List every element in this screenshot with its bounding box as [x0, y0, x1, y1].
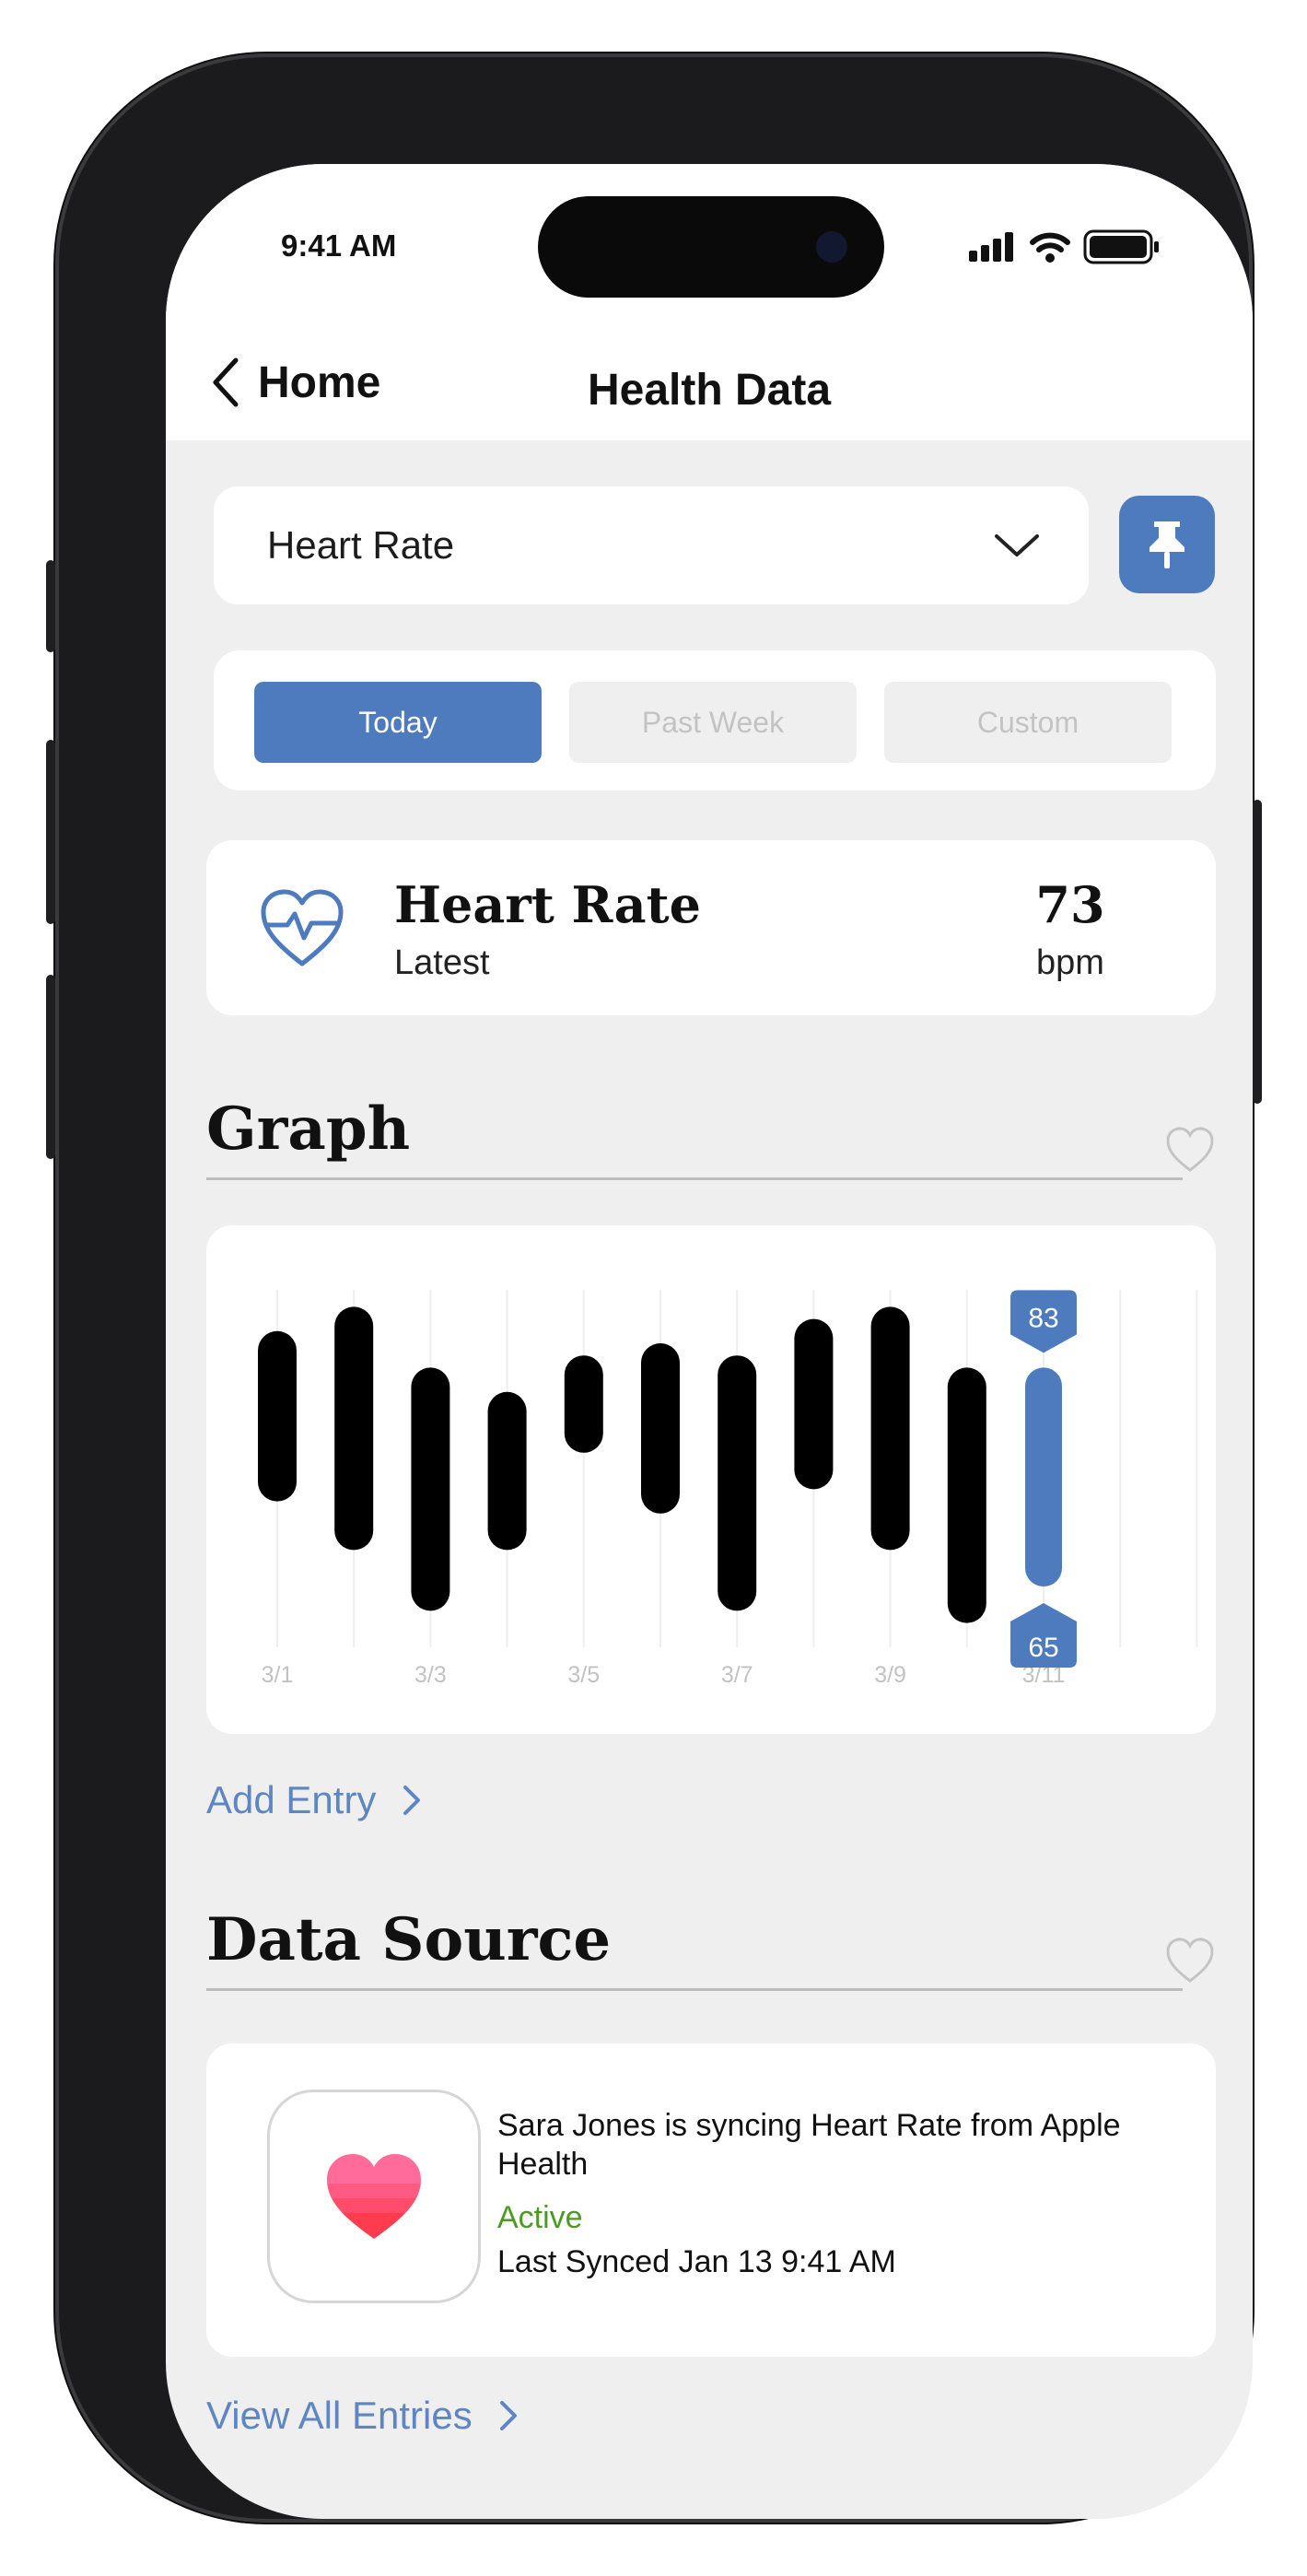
heart-rate-value: 73 — [1035, 875, 1105, 934]
add-entry-label: Add Entry — [206, 1778, 377, 1821]
heart-rate-card[interactable]: Heart Rate Latest 73 bpm — [206, 840, 1216, 1015]
volume-down-button — [46, 975, 55, 1159]
health-heart-icon — [327, 2154, 421, 2239]
metric-dropdown[interactable]: Heart Rate — [214, 486, 1089, 604]
range-bar — [718, 1355, 757, 1611]
data-source-section-divider — [206, 1988, 1183, 1991]
range-bar — [794, 1318, 834, 1490]
low-value-label: 65 — [1028, 1633, 1058, 1663]
range-bar — [258, 1330, 297, 1502]
range-bar — [411, 1367, 450, 1611]
range-bar — [564, 1355, 603, 1453]
chevron-right-icon — [403, 1786, 421, 1815]
heart-rate-title: Heart Rate — [394, 875, 701, 934]
chevron-down-icon — [995, 534, 1039, 556]
status-icons — [969, 228, 1161, 265]
view-all-entries-label: View All Entries — [206, 2394, 473, 2437]
heart-rate-graph: 3/1 3/3 3/5 3/7 3/9 3/11 83 65 — [206, 1225, 1216, 1734]
graph-section-divider — [206, 1177, 1183, 1180]
heart-outline-icon[interactable] — [1164, 1937, 1216, 1985]
wifi-icon — [1030, 232, 1070, 263]
highlighted-range-bar — [1025, 1367, 1062, 1587]
tab-past-week[interactable]: Past Week — [569, 682, 857, 763]
view-all-entries-link[interactable]: View All Entries — [206, 2394, 519, 2438]
heart-rate-subtitle: Latest — [394, 943, 490, 982]
heart-outline-icon[interactable] — [1164, 1126, 1216, 1174]
range-bar — [641, 1343, 680, 1514]
apple-health-app-icon — [267, 2090, 481, 2303]
power-button — [1253, 800, 1262, 1104]
data-source-section-title: Data Source — [206, 1905, 612, 1974]
action-button — [46, 560, 55, 652]
x-tick-label: 3/9 — [874, 1662, 906, 1688]
battery-icon — [1083, 229, 1159, 264]
x-tick-label: 3/5 — [567, 1662, 600, 1688]
screen: 9:41 AM Home Health Data Heart Rate Toda… — [166, 164, 1253, 2519]
sync-status-badge: Active — [497, 2200, 583, 2235]
sync-description: Sara Jones is syncing Heart Rate from Ap… — [497, 2108, 1121, 2182]
high-value-label: 83 — [1028, 1303, 1058, 1333]
camera-icon — [816, 231, 847, 263]
phone-frame: 9:41 AM Home Health Data Heart Rate Toda… — [46, 53, 1262, 2523]
signal-icon — [969, 232, 1013, 262]
last-synced-timestamp: Last Synced Jan 13 9:41 AM — [497, 2244, 896, 2279]
data-source-card[interactable]: Sara Jones is syncing Heart Rate from Ap… — [206, 2043, 1216, 2357]
status-bar: 9:41 AM — [166, 164, 1253, 321]
dynamic-island — [538, 196, 884, 298]
range-bar — [487, 1391, 527, 1551]
range-bar — [334, 1306, 374, 1551]
chevron-right-icon — [499, 2401, 517, 2430]
range-bar-chart: 3/1 3/3 3/5 3/7 3/9 3/118365 — [258, 1290, 1198, 1688]
x-tick-label: 3/7 — [721, 1662, 753, 1688]
tab-custom[interactable]: Custom — [884, 682, 1172, 763]
heart-rate-unit: bpm — [1036, 943, 1104, 982]
range-tabs: Today Past Week Custom — [214, 650, 1216, 790]
pin-button[interactable] — [1119, 496, 1215, 593]
navigation-bar: Home Health Data — [166, 321, 1253, 440]
pin-icon — [1149, 521, 1184, 568]
range-bar — [947, 1367, 986, 1623]
tab-today[interactable]: Today — [254, 682, 542, 763]
add-entry-link[interactable]: Add Entry — [206, 1778, 422, 1822]
heartbeat-icon — [261, 889, 344, 966]
metric-dropdown-value: Heart Rate — [267, 523, 455, 567]
page-title: Health Data — [587, 366, 832, 415]
status-time: 9:41 AM — [281, 228, 397, 263]
graph-section-title: Graph — [206, 1095, 411, 1164]
volume-up-button — [46, 740, 55, 924]
range-bar — [870, 1306, 910, 1551]
x-tick-label: 3/3 — [414, 1662, 447, 1688]
x-tick-label: 3/1 — [262, 1662, 294, 1688]
